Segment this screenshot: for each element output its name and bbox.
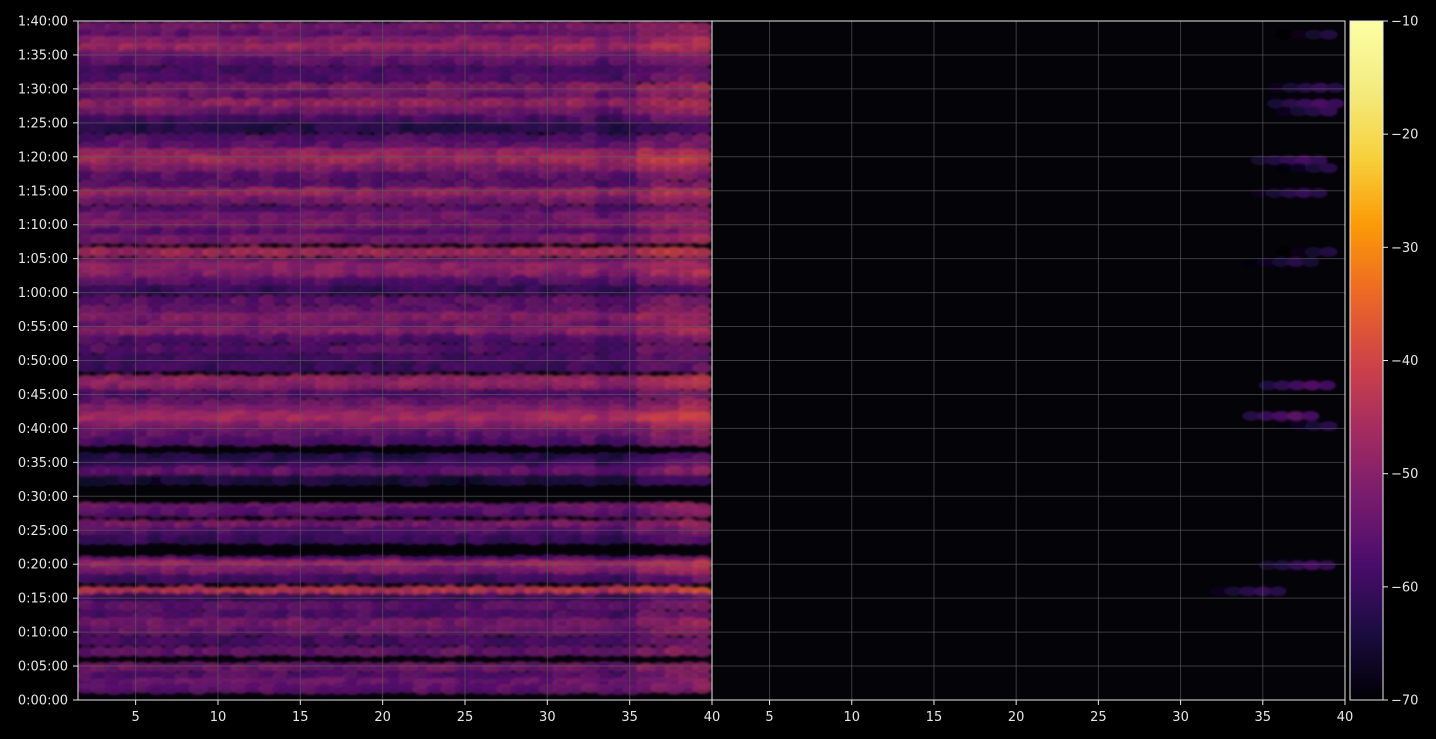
x-tick-label: 30	[1172, 710, 1189, 725]
colorbar-tick-label: −70	[1391, 694, 1418, 709]
spot-10	[1242, 411, 1320, 421]
y-tick-label: 1:40:00	[18, 15, 68, 30]
band-52-cell	[692, 436, 712, 448]
band-22-cell	[692, 195, 712, 207]
y-tick-label: 0:10:00	[18, 626, 68, 641]
y-tick-label: 0:05:00	[18, 660, 68, 675]
x-tick-label: 5	[131, 710, 139, 725]
band-27-cell	[692, 233, 712, 245]
spot-11-cell	[1319, 421, 1338, 432]
band-28	[78, 245, 712, 259]
x-tick-label: 10	[843, 710, 860, 725]
band-5-cell	[692, 56, 712, 68]
colorbar	[1350, 21, 1383, 700]
y-tick-label: 0:55:00	[18, 320, 68, 335]
band-73	[78, 644, 712, 658]
band-72-cell	[692, 636, 712, 648]
spot-3-cell	[1319, 106, 1338, 117]
spot-0-cell	[1319, 29, 1338, 40]
band-61-cell	[692, 534, 712, 546]
band-39-cell	[692, 333, 712, 344]
y-tick-label: 1:25:00	[18, 116, 68, 131]
y-tick-label: 0:30:00	[18, 490, 68, 505]
spot-6	[1250, 188, 1328, 198]
band-77-cell	[692, 682, 712, 694]
y-tick-label: 0:50:00	[18, 354, 68, 369]
band-56	[78, 474, 712, 487]
y-tick-label: 0:20:00	[18, 558, 68, 573]
band-73-cell	[692, 646, 712, 658]
y-tick-label: 0:35:00	[18, 456, 68, 471]
band-7-cell	[692, 72, 712, 84]
x-tick-label: 20	[1008, 710, 1025, 725]
x-tick-label: 25	[1090, 710, 1107, 725]
spot-10-cell	[1301, 411, 1320, 421]
colorbar-axis: −10 −20 −30 −40 −50 −60 −70	[1383, 15, 1418, 709]
spot-1	[1266, 82, 1345, 93]
colorbar-tick-label: −10	[1391, 15, 1418, 30]
y-tick-label: 1:20:00	[18, 150, 68, 165]
band-33-cell	[692, 285, 712, 297]
colorbar-tick-label: −20	[1391, 128, 1418, 143]
band-33	[78, 284, 712, 297]
y-tick-label: 1:35:00	[18, 48, 68, 63]
spot-12-cell	[1317, 560, 1336, 571]
y-axis: 0:00:00 0:05:00 0:10:00 0:15:00 0:20:00 0:25:…	[18, 15, 78, 709]
spot-6-cell	[1309, 188, 1328, 198]
band-42	[78, 360, 712, 374]
x-tick-label: 35	[621, 710, 638, 725]
band-55-cell	[692, 465, 712, 477]
y-tick-label: 1:30:00	[18, 82, 68, 97]
band-42-cell	[692, 362, 712, 374]
spot-13-cell	[1268, 586, 1287, 597]
band-58	[78, 505, 712, 519]
spot-13	[1209, 586, 1287, 597]
spot-12	[1258, 560, 1336, 571]
x-tick-label: 15	[926, 710, 943, 725]
y-tick-label: 1:05:00	[18, 252, 68, 267]
band-56-cell	[692, 475, 712, 486]
band-19-cell	[692, 170, 712, 182]
y-tick-label: 0:45:00	[18, 388, 68, 403]
x-tick-label: 5	[765, 710, 773, 725]
band-58-cell	[692, 507, 712, 519]
y-tick-label: 0:40:00	[18, 422, 68, 437]
x-tick-label: 20	[374, 710, 391, 725]
y-tick-label: 0:00:00	[18, 694, 68, 709]
x-tick-label: 10	[210, 710, 227, 725]
y-tick-label: 0:25:00	[18, 524, 68, 539]
spectrogram-chart: 0:00:00 0:05:00 0:10:00 0:15:00 0:20:00 0:25:…	[18, 15, 1419, 726]
y-tick-label: 1:00:00	[18, 286, 68, 301]
colorbar-tick-label: −50	[1391, 467, 1418, 482]
x-tick-label: 30	[539, 710, 556, 725]
band-32-cell	[692, 275, 712, 287]
x-tick-label: 40	[704, 710, 721, 725]
spot-9	[1258, 380, 1336, 391]
x-axis-left: 5 10 15 20 25 30 35 40	[131, 700, 720, 725]
colorbar-tick-label: −30	[1391, 241, 1418, 256]
spot-1-cell	[1326, 82, 1345, 93]
colorbar-tick-label: −40	[1391, 354, 1418, 369]
x-tick-label: 40	[1337, 710, 1354, 725]
band-65-cell	[692, 573, 712, 585]
band-68-cell	[692, 600, 712, 612]
colorbar-tick-label: −60	[1391, 580, 1418, 595]
band-52	[78, 434, 712, 448]
y-tick-label: 0:15:00	[18, 592, 68, 607]
spot-7-cell	[1319, 246, 1338, 257]
spot-5-cell	[1319, 163, 1338, 174]
x-tick-label: 25	[457, 710, 474, 725]
band-13-cell	[692, 123, 712, 135]
x-tick-label: 35	[1255, 710, 1272, 725]
y-tick-label: 1:15:00	[18, 184, 68, 199]
x-tick-label: 15	[292, 710, 309, 725]
x-axis-right: 5 10 15 20 25 30 35 40	[765, 700, 1353, 725]
left-panel-marks	[78, 21, 712, 696]
spot-9-cell	[1317, 380, 1336, 391]
band-27	[78, 233, 712, 246]
band-44-cell	[692, 380, 712, 391]
band-41-cell	[692, 352, 712, 364]
y-tick-label: 1:10:00	[18, 218, 68, 233]
